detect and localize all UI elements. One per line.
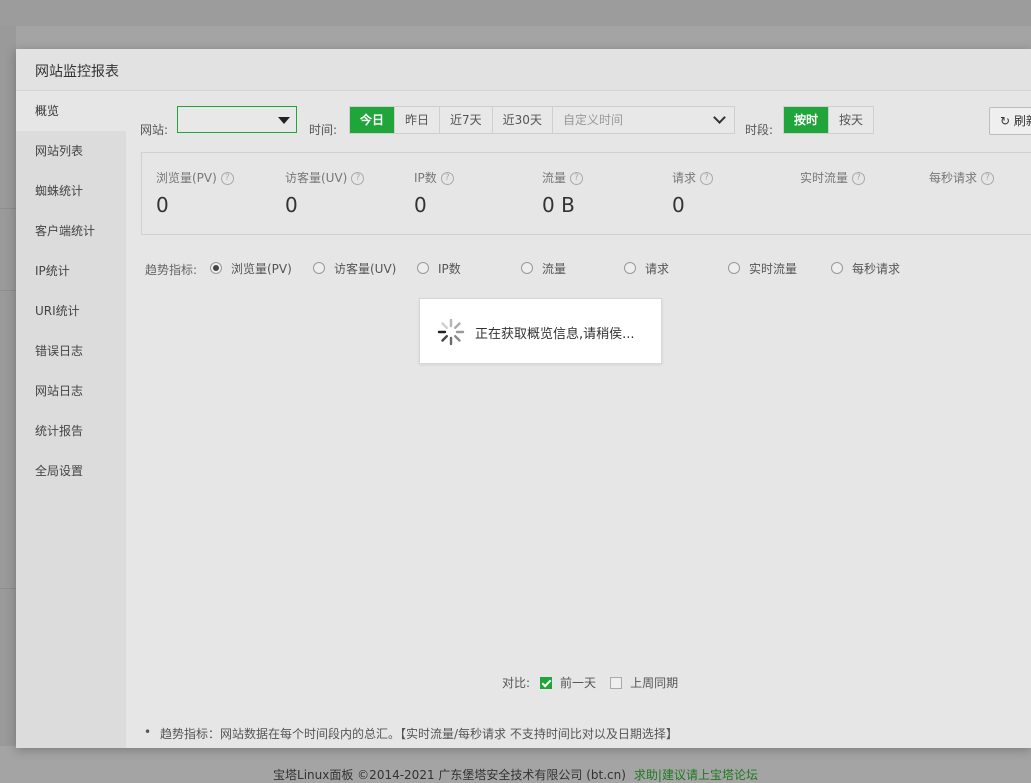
stat-requests-value: 0 <box>672 193 685 217</box>
stat-traffic-value: 0 B <box>542 193 575 217</box>
help-icon[interactable]: ? <box>981 172 995 185</box>
trend-option-traffic[interactable]: 流量 <box>521 260 566 276</box>
period-hourly-button[interactable]: 按时 <box>784 107 830 133</box>
compare-prev-day-label[interactable]: 前一天 <box>560 676 596 690</box>
trend-option-uv[interactable]: 访客量(UV) <box>313 260 396 276</box>
checkbox-checked-icon[interactable] <box>540 677 553 689</box>
sidebar-item-ip-stats[interactable]: IP统计 <box>16 251 126 291</box>
trend-option-qps[interactable]: 每秒请求 <box>831 260 900 276</box>
help-icon[interactable]: ? <box>852 172 866 185</box>
sidebar-item-site-list[interactable]: 网站列表 <box>16 131 126 171</box>
copyright-text: 宝塔Linux面板 ©2014-2021 广东堡塔安全技术有限公司 (bt.cn… <box>273 768 626 782</box>
trend-option-label: 浏览量(PV) <box>231 262 292 276</box>
stat-qps-label: 每秒请求 <box>929 171 978 185</box>
stat-traffic-label: 流量 <box>542 171 567 185</box>
stat-ip-label: IP数 <box>414 171 437 185</box>
period-daily-button[interactable]: 按天 <box>829 107 873 133</box>
dialog-title: 网站监控报表 <box>35 64 119 80</box>
site-label: 网站: <box>140 123 169 137</box>
loading-popup: 正在获取概览信息,请稍侯... <box>419 298 662 364</box>
sidebar-item-error-log[interactable]: 错误日志 <box>16 331 126 371</box>
background-header <box>0 0 1031 26</box>
sidebar-item-overview[interactable]: 概览 <box>16 91 126 131</box>
help-icon[interactable]: ? <box>570 172 584 185</box>
period-group: 按时 按天 <box>783 106 875 134</box>
radio-icon <box>313 262 325 274</box>
dialog-titlebar: 网站监控报表 <box>16 49 1031 91</box>
radio-icon <box>728 262 740 274</box>
period-label: 时段: <box>745 123 774 137</box>
background-panel <box>0 26 16 746</box>
sidebar-item-global-settings[interactable]: 全局设置 <box>16 451 126 491</box>
compare-last-week-label[interactable]: 上周同期 <box>630 676 678 690</box>
chevron-down-icon <box>713 111 726 124</box>
compare-label: 对比: <box>502 676 531 690</box>
sidebar: 概览 网站列表 蜘蛛统计 客户端统计 IP统计 URI统计 错误日志 网站日志 … <box>16 91 126 748</box>
trend-option-label: 每秒请求 <box>852 262 901 276</box>
page-footer: 宝塔Linux面板 ©2014-2021 广东堡塔安全技术有限公司 (bt.cn… <box>0 766 1031 783</box>
radio-icon <box>521 262 533 274</box>
compare-row: 对比: 前一天 上周同期 <box>502 674 678 691</box>
dropdown-arrow-icon <box>278 117 290 124</box>
trend-option-label: 实时流量 <box>749 262 798 276</box>
sidebar-item-uri-stats[interactable]: URI统计 <box>16 291 126 331</box>
time-30days-button[interactable]: 近30天 <box>493 107 553 133</box>
trend-option-pv[interactable]: 浏览量(PV) <box>210 260 292 276</box>
radio-icon <box>831 262 843 274</box>
trend-option-realtime-traffic[interactable]: 实时流量 <box>728 260 797 276</box>
sidebar-item-client-stats[interactable]: 客户端统计 <box>16 211 126 251</box>
stats-panel: 浏览量(PV)? 0 访客量(UV)? 0 IP数? 0 流量? 0 B 请求?… <box>141 152 1031 235</box>
radio-selected-icon <box>210 262 222 274</box>
background-divider <box>0 290 16 291</box>
forum-link[interactable]: 求助|建议请上宝塔论坛 <box>634 768 758 782</box>
trend-option-label: 流量 <box>542 262 567 276</box>
help-icon[interactable]: ? <box>351 172 365 185</box>
trend-option-label: 请求 <box>645 262 670 276</box>
trend-option-label: 访客量(UV) <box>334 262 397 276</box>
stat-pv-label: 浏览量(PV) <box>156 171 217 185</box>
stat-pv-value: 0 <box>156 193 169 217</box>
trend-option-label: IP数 <box>438 262 461 276</box>
refresh-button[interactable]: ↻ 刷新 <box>989 107 1031 135</box>
stat-ip-value: 0 <box>414 193 427 217</box>
time-yesterday-button[interactable]: 昨日 <box>395 107 441 133</box>
loading-message: 正在获取概览信息,请稍侯... <box>475 327 635 342</box>
stat-uv-label: 访客量(UV) <box>285 171 348 185</box>
stat-requests-label: 请求 <box>672 171 697 185</box>
help-icon[interactable]: ? <box>440 172 454 185</box>
loading-spinner-icon <box>437 318 465 346</box>
time-label: 时间: <box>309 123 338 137</box>
trend-option-requests[interactable]: 请求 <box>624 260 669 276</box>
trend-label: 趋势指标: <box>145 263 198 277</box>
help-icon[interactable]: ? <box>220 172 234 185</box>
time-7days-button[interactable]: 近7天 <box>440 107 493 133</box>
sidebar-item-report[interactable]: 统计报告 <box>16 411 126 451</box>
stat-uv-value: 0 <box>285 193 298 217</box>
sidebar-item-spider-stats[interactable]: 蜘蛛统计 <box>16 171 126 211</box>
trend-option-ip[interactable]: IP数 <box>417 260 461 276</box>
site-select[interactable] <box>177 106 297 133</box>
refresh-icon: ↻ <box>1000 114 1011 128</box>
time-today-button[interactable]: 今日 <box>350 107 396 133</box>
monitor-report-dialog: 网站监控报表 概览 网站列表 蜘蛛统计 客户端统计 IP统计 URI统计 错误日… <box>16 49 1031 748</box>
sidebar-item-site-log[interactable]: 网站日志 <box>16 371 126 411</box>
checkbox-icon[interactable] <box>610 677 623 689</box>
refresh-label: 刷新 <box>1013 114 1031 128</box>
custom-time-placeholder: 自定义时间 <box>562 113 623 127</box>
background-divider <box>0 208 16 209</box>
overview-content: 网站: 时间: 今日 昨日 近7天 近30天 自定义时间 时段: 按时 按天 ↻… <box>126 91 1031 748</box>
time-range-group: 今日 昨日 近7天 近30天 自定义时间 <box>349 106 735 134</box>
trend-note: 趋势指标：网站数据在每个时间段内的总汇。【实时流量/每秒请求 不支持时间比对以及… <box>144 725 678 742</box>
help-icon[interactable]: ? <box>700 172 714 185</box>
radio-icon <box>624 262 636 274</box>
radio-icon <box>417 262 429 274</box>
stat-realtime-traffic-label: 实时流量 <box>800 171 849 185</box>
background-divider <box>0 588 16 589</box>
custom-time-select[interactable]: 自定义时间 <box>553 107 734 133</box>
